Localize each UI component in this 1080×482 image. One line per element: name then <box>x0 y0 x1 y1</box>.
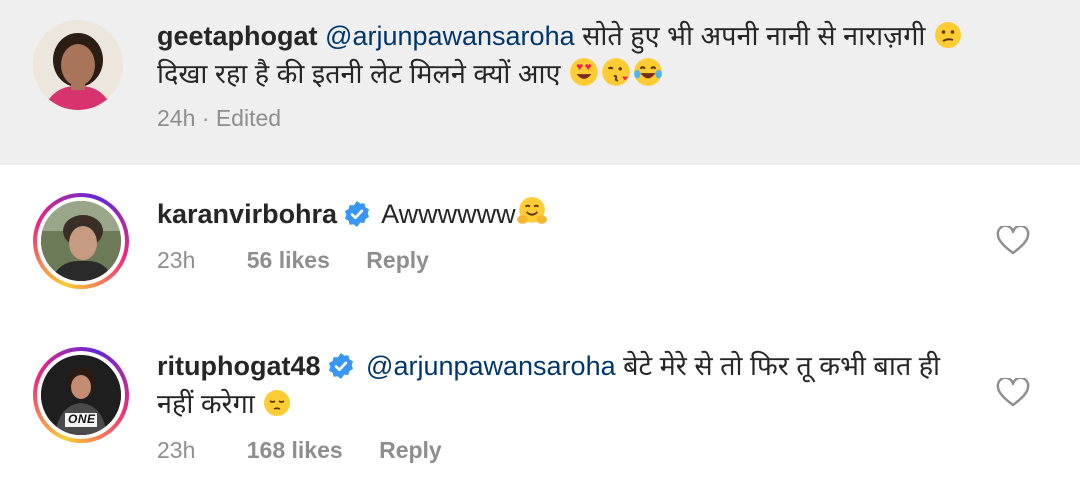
likes-count[interactable]: 56 likes <box>247 247 330 274</box>
comment-item: geetaphogat @arjunpawansaroha सोते हुए भ… <box>0 0 1080 165</box>
comment-item <box>0 165 1080 325</box>
comment-username[interactable]: rituphogat48 <box>157 351 321 381</box>
likes-count[interactable]: 168 likes <box>247 437 343 464</box>
like-heart-icon[interactable] <box>996 226 1030 256</box>
joy-emoji-icon <box>634 58 662 86</box>
verified-badge-icon <box>328 353 353 379</box>
like-heart-icon[interactable] <box>996 378 1030 408</box>
pensive-emoji-icon <box>264 390 291 416</box>
comment-text: rituphogat48 @arjunpawansaroha बेटे मेरे… <box>157 347 977 423</box>
comment-body: बेटे मेरे से तो फिर तू कभी बात ही <box>615 351 941 381</box>
comment-time: 23h <box>157 437 196 463</box>
comment-text: karanvirbohra Awwwwww <box>157 195 957 233</box>
comment-meta: 24h · Edited <box>157 105 281 132</box>
avatar[interactable] <box>33 193 129 289</box>
mention-link[interactable]: @arjunpawansaroha <box>366 351 616 381</box>
comment-body-line-2: दिखा रहा है की इतनी लेट मिलने क्यों आए <box>157 59 568 89</box>
kissing-heart-emoji-icon <box>602 58 630 86</box>
avatar-photo <box>33 20 123 110</box>
comment-username[interactable]: geetaphogat <box>157 21 318 51</box>
comment-text: geetaphogat @arjunpawansaroha सोते हुए भ… <box>157 17 997 93</box>
hugging-emoji-icon <box>516 197 547 224</box>
avatar[interactable] <box>33 20 123 110</box>
separator-dot: · <box>201 105 210 131</box>
edited-label: Edited <box>215 105 282 131</box>
comment-time: 24h <box>157 105 196 131</box>
comment-username[interactable]: karanvirbohra <box>157 199 337 229</box>
reply-button[interactable]: Reply <box>366 247 429 274</box>
comment-meta: 23h 56 likes Reply <box>157 247 429 274</box>
comment-meta: 23h 168 likes Reply <box>157 437 442 464</box>
comment-body: सोते हुए भी अपनी नानी से नाराज़गी <box>574 21 933 51</box>
mention-link[interactable]: @arjunpawansaroha <box>325 21 575 51</box>
reply-button[interactable]: Reply <box>379 437 442 464</box>
comment-body: Awwwwww <box>381 199 516 229</box>
verified-badge-icon <box>345 201 370 227</box>
avatar-logo-text: ONE <box>68 412 96 426</box>
avatar-photo <box>41 201 121 281</box>
comment-body-line-2: नहीं करेगा <box>157 389 263 419</box>
avatar[interactable]: ONE <box>33 347 129 443</box>
heart-eyes-emoji-icon <box>570 58 598 86</box>
confused-emoji-icon <box>934 22 961 48</box>
comment-time: 23h <box>157 247 196 273</box>
